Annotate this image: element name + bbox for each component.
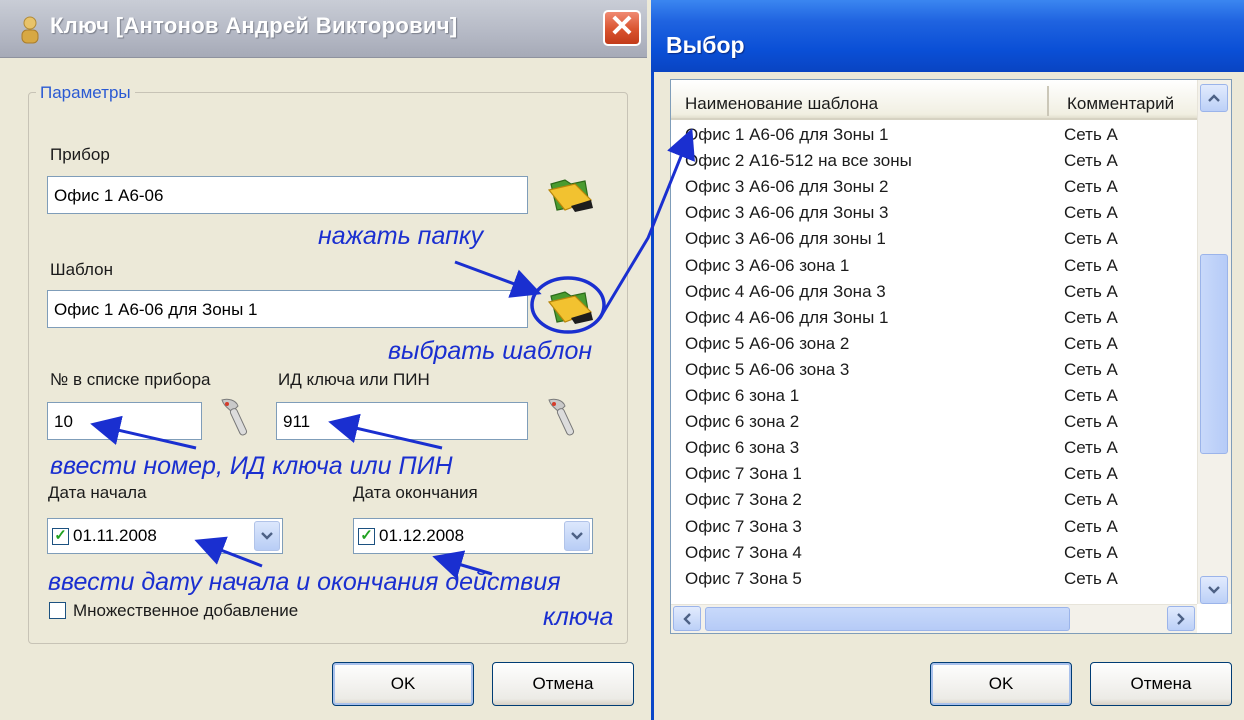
annotation-arrows — [90, 128, 695, 580]
arrow-to-end-date — [432, 550, 493, 580]
arrow-to-template-list — [598, 128, 695, 319]
arrow-to-list-number — [90, 415, 197, 450]
arrow-to-folder — [454, 260, 542, 298]
arrow-to-key-id — [328, 413, 443, 450]
folder-highlight-circle — [530, 276, 606, 334]
arrow-to-start-date — [194, 536, 263, 568]
